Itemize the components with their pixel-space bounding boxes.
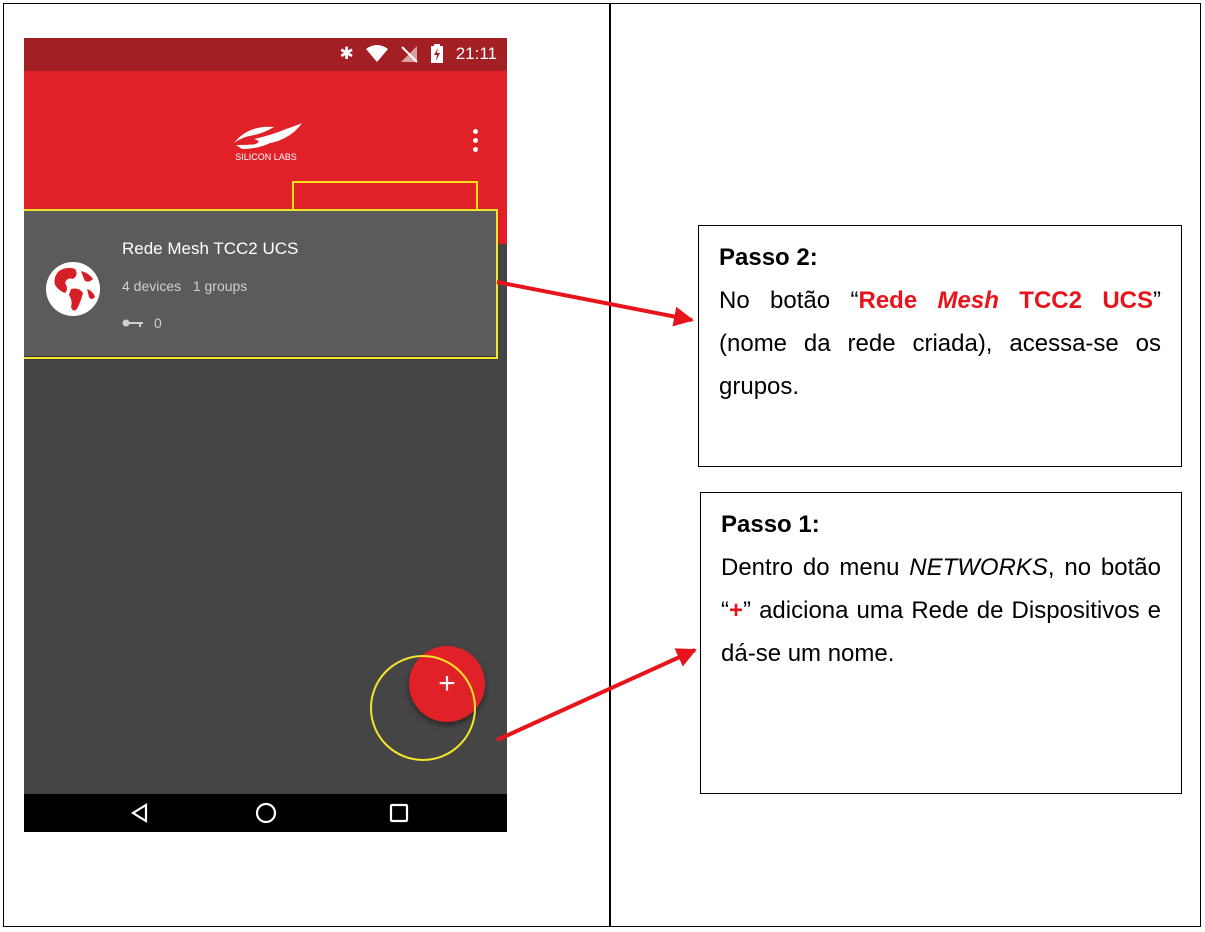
overflow-menu-icon[interactable]: [468, 129, 482, 157]
bluetooth-icon: ✱: [339, 44, 354, 63]
wifi-icon: [365, 45, 388, 62]
system-nav-bar: [24, 794, 507, 832]
back-icon[interactable]: [120, 794, 160, 832]
status-time: 21:11: [455, 44, 497, 63]
silicon-labs-logo: SILICON LABS: [234, 123, 302, 162]
home-icon[interactable]: [246, 794, 286, 832]
step1-body: Dentro do menu NETWORKS, no botão “+” ad…: [721, 554, 1161, 667]
step2-body: No botão “Rede Mesh TCC2 UCS” (nome da r…: [719, 287, 1161, 400]
network-card-highlight-box: [24, 209, 498, 359]
step2-title: Passo 2:: [719, 244, 818, 271]
add-button-highlight-circle: [370, 655, 476, 761]
recents-icon[interactable]: [379, 794, 419, 832]
status-bar: ✱ 21:11: [24, 38, 507, 71]
step1-annotation: Passo 1: Dentro do menu NETWORKS, no bot…: [700, 492, 1182, 794]
step2-annotation: Passo 2: No botão “Rede Mesh TCC2 UCS” (…: [698, 225, 1182, 467]
battery-charging-icon: [430, 44, 443, 63]
logo-text: SILICON LABS: [235, 152, 297, 162]
no-signal-icon: [400, 46, 418, 63]
step1-title: Passo 1:: [721, 511, 820, 538]
column-divider: [609, 3, 611, 927]
